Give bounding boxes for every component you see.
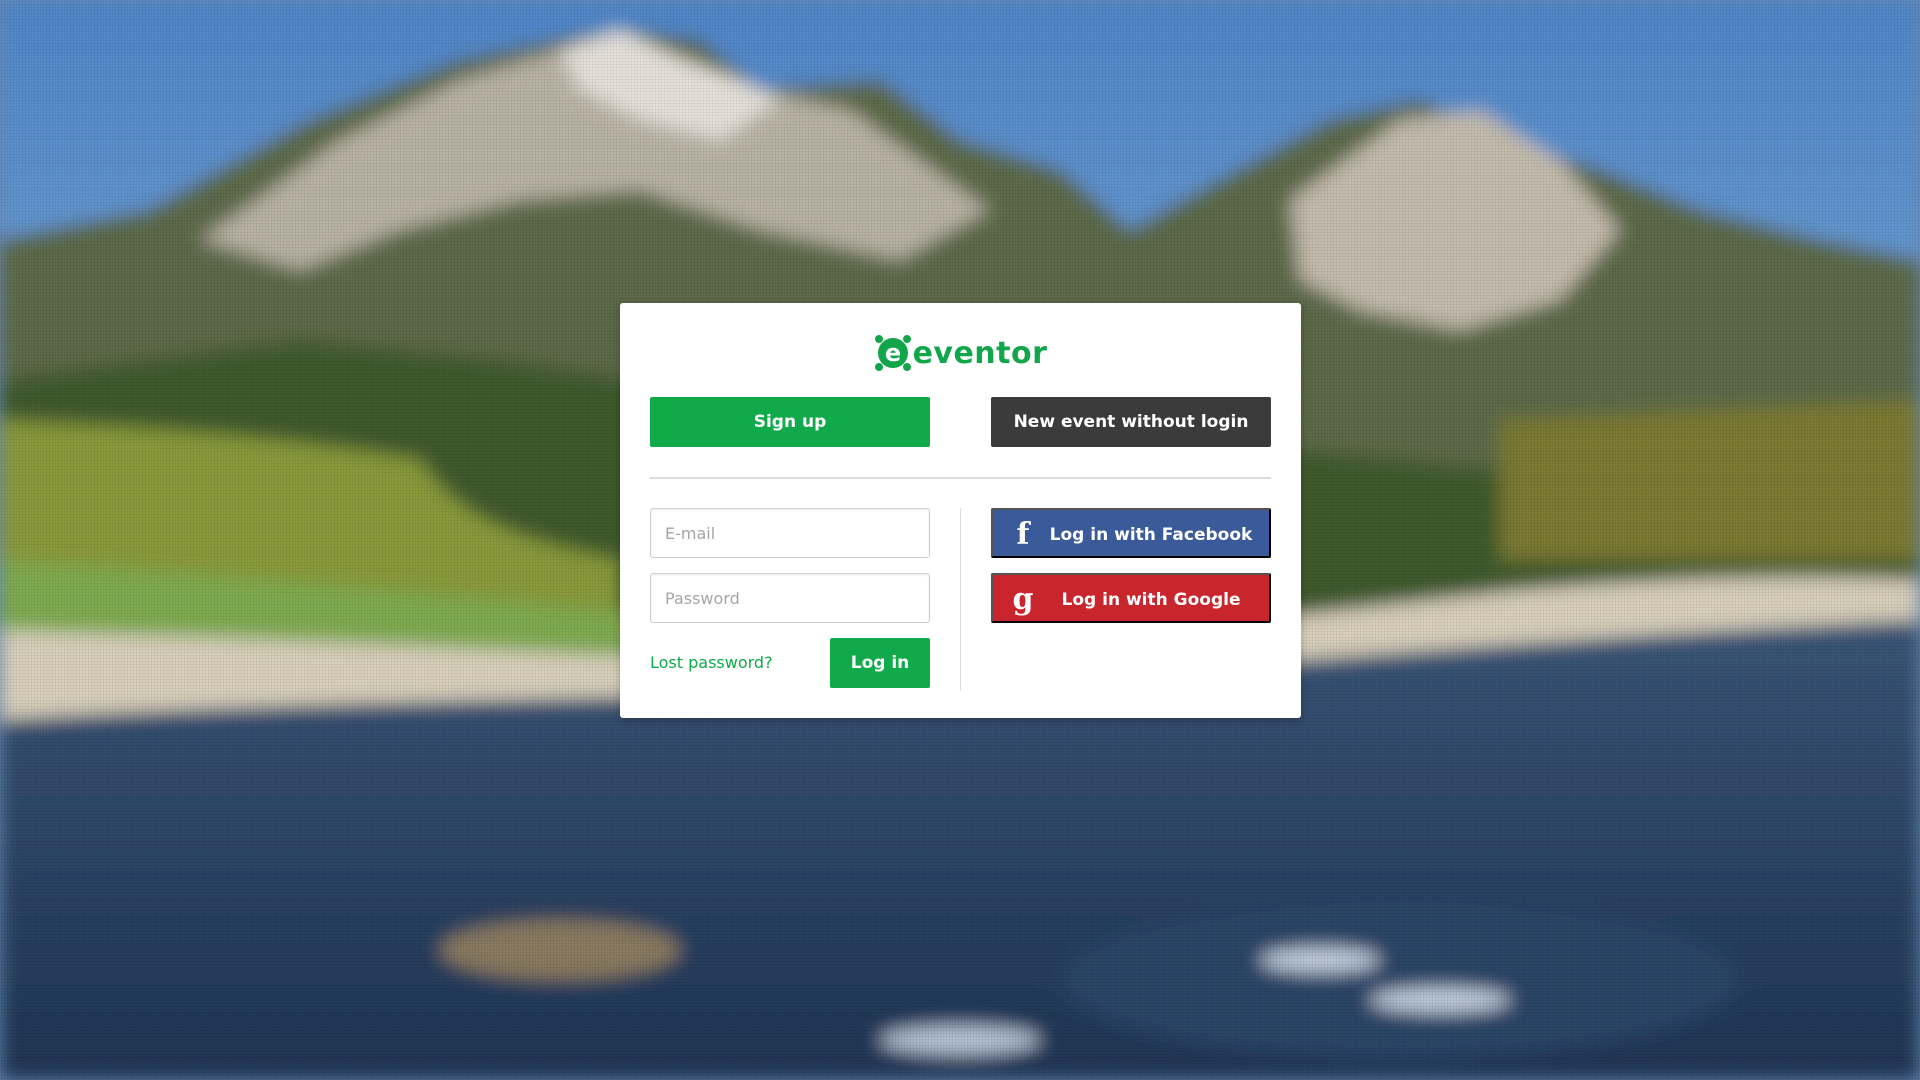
new-event-without-login-button[interactable]: New event without login xyxy=(991,397,1271,447)
svg-text:e: e xyxy=(884,339,900,367)
eventor-logo-icon: e xyxy=(874,334,912,372)
email-input[interactable] xyxy=(650,508,930,558)
google-login-button[interactable]: g Log in with Google xyxy=(991,573,1271,623)
login-card: e eventor Sign up New event without logi… xyxy=(620,303,1301,718)
facebook-login-button[interactable]: f Log in with Facebook xyxy=(991,508,1271,558)
brand-logo: e eventor xyxy=(620,331,1301,375)
facebook-icon: f xyxy=(1016,517,1030,552)
lost-password-link[interactable]: Lost password? xyxy=(650,653,773,672)
vertical-divider xyxy=(960,508,961,691)
facebook-login-label: Log in with Facebook xyxy=(1049,525,1253,545)
horizontal-divider xyxy=(650,477,1271,479)
password-input[interactable] xyxy=(650,573,930,623)
brand-name: eventor xyxy=(912,336,1048,371)
sign-up-button[interactable]: Sign up xyxy=(650,397,930,447)
log-in-button[interactable]: Log in xyxy=(830,638,930,688)
google-login-label: Log in with Google xyxy=(1061,590,1241,610)
google-icon: g xyxy=(1012,582,1034,617)
